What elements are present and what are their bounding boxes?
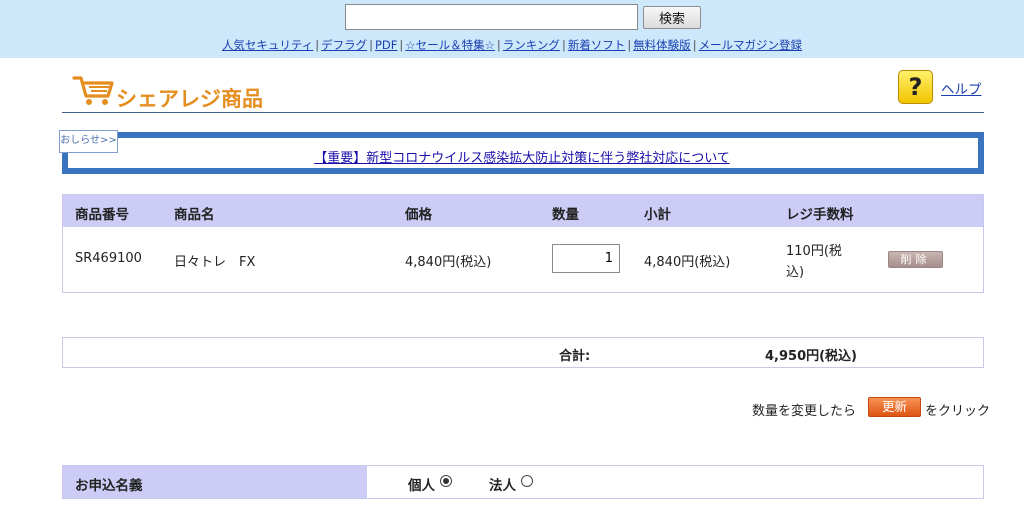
logo-text: シェアレジ商品 (116, 87, 263, 111)
column-header-subtotal: 小計 (644, 207, 671, 223)
search-button[interactable]: 検索 (643, 6, 701, 29)
update-hint-after: をクリック (925, 404, 991, 419)
search-input[interactable] (345, 4, 638, 30)
update-hint-before: 数量を変更したら (752, 404, 857, 419)
help-icon[interactable]: ? (898, 70, 933, 104)
notice-link[interactable]: 【重要】新型コロナウイルス感染拡大防止対策に伴う弊社対応について (0, 147, 1024, 166)
separator: | (315, 38, 320, 52)
option-corporate-label: 法人 (489, 478, 516, 494)
nav-link-popular-security[interactable]: 人気セキュリティ (222, 38, 313, 52)
separator: | (561, 38, 566, 52)
top-bar: 検索 人気セキュリティ | デフラグ | PDF | ☆セール＆特集☆ | ランキング | 新着ソフ… (0, 0, 1024, 58)
nav-link-pdf[interactable]: PDF (375, 38, 397, 52)
separator: | (627, 38, 632, 52)
cart-table-header: 商品番号 商品名 価格 数量 小計 レジ手数料 (63, 195, 983, 227)
radio-individual[interactable] (440, 475, 452, 487)
product-no: SR469100 (75, 251, 142, 266)
applicant-label: お申込名義 (75, 478, 143, 494)
update-button[interactable]: 更新 (868, 397, 921, 417)
nav-link-new-software[interactable]: 新着ソフト (568, 38, 626, 52)
delete-button[interactable]: 削除 (888, 251, 943, 268)
quantity-input[interactable] (552, 244, 620, 273)
cart-table: 商品番号 商品名 価格 数量 小計 レジ手数料 SR469100 日々トレ FX… (62, 194, 984, 293)
header-divider (62, 112, 984, 113)
applicant-row: お申込名義 個人 法人 (62, 465, 984, 499)
radio-corporate[interactable] (521, 475, 533, 487)
nav-link-ranking[interactable]: ランキング (503, 38, 560, 52)
total-value: 4,950円(税込) (765, 349, 858, 364)
applicant-label-cell: お申込名義 (63, 466, 367, 498)
column-header-product-name: 商品名 (174, 207, 215, 223)
help-link[interactable]: ヘルプ (941, 78, 982, 98)
nav-link-free-trial[interactable]: 無料体験版 (633, 38, 691, 52)
separator: | (399, 38, 404, 52)
column-header-fee: レジ手数料 (786, 207, 854, 223)
total-label: 合計: (559, 349, 591, 364)
cart-icon (72, 76, 114, 105)
product-name: 日々トレ FX (174, 255, 256, 270)
product-price: 4,840円(税込) (405, 255, 492, 270)
product-subtotal: 4,840円(税込) (644, 255, 731, 270)
column-header-price: 価格 (405, 207, 432, 223)
separator: | (369, 38, 373, 52)
top-nav-links: 人気セキュリティ | デフラグ | PDF | ☆セール＆特集☆ | ランキング | 新着ソフト | 無… (0, 37, 1024, 53)
option-individual-label: 個人 (408, 478, 435, 494)
total-row: 合計: 4,950円(税込) (62, 337, 984, 368)
column-header-product-no: 商品番号 (75, 207, 129, 223)
nav-link-sale[interactable]: ☆セール＆特集☆ (405, 38, 495, 52)
nav-link-newsletter[interactable]: メールマガジン登録 (699, 38, 803, 52)
site-logo[interactable]: シェアレジ商品 (72, 74, 292, 111)
fee-line-2: 込) (786, 265, 805, 280)
fee-line-1: 110円(税 (786, 244, 842, 259)
column-header-quantity: 数量 (552, 207, 579, 223)
separator: | (496, 38, 501, 52)
nav-link-defrag[interactable]: デフラグ (321, 38, 367, 52)
separator: | (692, 38, 697, 52)
